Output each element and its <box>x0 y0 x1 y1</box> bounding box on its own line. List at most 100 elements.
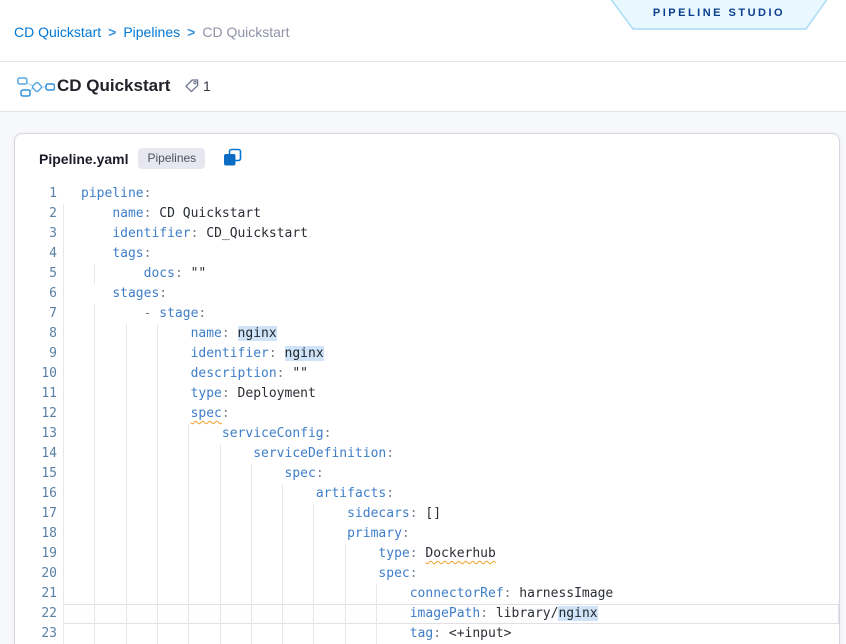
code-line[interactable]: 1pipeline: <box>15 184 839 204</box>
code-line[interactable]: 3 identifier: CD_Quickstart <box>15 224 839 244</box>
indent-guide <box>251 564 252 584</box>
indent-guide <box>157 484 158 504</box>
code-line[interactable]: 8 name: nginx <box>15 324 839 344</box>
indent-guide <box>188 604 189 624</box>
line-number: 8 <box>15 324 57 344</box>
code-text: primary: <box>63 524 839 544</box>
line-number: 4 <box>15 244 57 264</box>
indent-guide <box>63 384 64 404</box>
indent-guide <box>282 524 283 544</box>
token-p: : <box>433 626 441 641</box>
indent-guide <box>126 424 127 444</box>
indent-guide <box>94 364 95 384</box>
code-line-content[interactable]: tag: <+input> <box>63 624 839 644</box>
token-k: tag <box>410 626 433 641</box>
indent-guide <box>63 564 64 584</box>
code-text: docs: "" <box>63 264 839 284</box>
indent-guide <box>63 524 64 544</box>
code-line-content[interactable]: primary: <box>63 524 839 544</box>
breadcrumb-pipelines-link[interactable]: Pipelines <box>123 24 180 40</box>
indent-guide <box>63 424 64 444</box>
code-line[interactable]: 19 type: Dockerhub <box>15 544 839 564</box>
indent-guide <box>94 504 95 524</box>
token-k: name <box>112 206 143 221</box>
indent-guide <box>94 264 95 284</box>
indent-guide <box>63 244 64 264</box>
line-number: 11 <box>15 384 57 404</box>
token-v: Deployment <box>230 386 316 401</box>
indent-guide <box>94 524 95 544</box>
code-line-content[interactable]: serviceConfig: <box>63 424 839 444</box>
code-line-content[interactable]: description: "" <box>63 364 839 384</box>
code-line-content[interactable]: pipeline: <box>63 184 839 204</box>
code-line-content[interactable]: type: Dockerhub <box>63 544 839 564</box>
code-line[interactable]: 7 - stage: <box>15 304 839 324</box>
code-line-content[interactable]: stages: <box>63 284 839 304</box>
code-line[interactable]: 22 imagePath: library/nginx <box>15 604 839 624</box>
breadcrumb-project-link[interactable]: CD Quickstart <box>14 24 101 40</box>
code-line[interactable]: 2 name: CD Quickstart <box>15 204 839 224</box>
code-line-content[interactable]: sidecars: [] <box>63 504 839 524</box>
copy-yaml-button[interactable] <box>223 148 242 172</box>
indent-guide <box>94 624 95 644</box>
indent-guide <box>63 584 64 604</box>
code-line-content[interactable]: name: nginx <box>63 324 839 344</box>
indent-guide <box>188 484 189 504</box>
indent-guide <box>126 544 127 564</box>
token-k: identifier <box>112 226 190 241</box>
code-line[interactable]: 16 artifacts: <box>15 484 839 504</box>
token-k: type <box>191 386 222 401</box>
copy-icon <box>223 148 242 167</box>
code-line[interactable]: 15 spec: <box>15 464 839 484</box>
indent-guide <box>126 564 127 584</box>
code-line-content[interactable]: spec: <box>63 404 839 424</box>
code-line[interactable]: 23 tag: <+input> <box>15 624 839 644</box>
code-line-content[interactable]: spec: <box>63 464 839 484</box>
indent-guide <box>126 604 127 624</box>
code-line-content[interactable]: serviceDefinition: <box>63 444 839 464</box>
indent-guide <box>94 404 95 424</box>
code-line-content[interactable]: identifier: CD_Quickstart <box>63 224 839 244</box>
code-line[interactable]: 10 description: "" <box>15 364 839 384</box>
code-line-content[interactable]: imagePath: library/nginx <box>63 604 839 624</box>
code-line[interactable]: 18 primary: <box>15 524 839 544</box>
indent-guide <box>282 564 283 584</box>
token-k: pipeline <box>81 186 144 201</box>
indent-guide <box>63 284 64 304</box>
code-line[interactable]: 21 connectorRef: harnessImage <box>15 584 839 604</box>
token-p: : <box>222 386 230 401</box>
code-line-content[interactable]: name: CD Quickstart <box>63 204 839 224</box>
code-line-content[interactable]: artifacts: <box>63 484 839 504</box>
pipeline-studio-tab[interactable]: PIPELINE STUDIO <box>610 0 828 30</box>
indent-guide <box>126 584 127 604</box>
entity-type-badge: Pipelines <box>138 148 205 169</box>
code-line-content[interactable]: tags: <box>63 244 839 264</box>
indent-guide <box>220 504 221 524</box>
code-text: type: Deployment <box>63 384 839 404</box>
code-line-content[interactable]: identifier: nginx <box>63 344 839 364</box>
code-line[interactable]: 6 stages: <box>15 284 839 304</box>
indent-guide <box>94 444 95 464</box>
indent-guide <box>188 464 189 484</box>
token-p: : <box>222 326 230 341</box>
code-line-content[interactable]: docs: "" <box>63 264 839 284</box>
token-v <box>277 346 285 361</box>
indent-guide <box>94 564 95 584</box>
code-line[interactable]: 14 serviceDefinition: <box>15 444 839 464</box>
indent-guide <box>157 624 158 644</box>
line-number: 13 <box>15 424 57 444</box>
code-area[interactable]: 1pipeline:2 name: CD Quickstart3 identif… <box>15 184 839 644</box>
code-line[interactable]: 9 identifier: nginx <box>15 344 839 364</box>
code-line[interactable]: 4 tags: <box>15 244 839 264</box>
code-line-content[interactable]: spec: <box>63 564 839 584</box>
code-line-content[interactable]: - stage: <box>63 304 839 324</box>
code-line-content[interactable]: connectorRef: harnessImage <box>63 584 839 604</box>
code-line[interactable]: 12 spec: <box>15 404 839 424</box>
code-line[interactable]: 20 spec: <box>15 564 839 584</box>
code-line[interactable]: 11 type: Deployment <box>15 384 839 404</box>
code-line[interactable]: 17 sidecars: [] <box>15 504 839 524</box>
code-line[interactable]: 13 serviceConfig: <box>15 424 839 444</box>
code-line[interactable]: 5 docs: "" <box>15 264 839 284</box>
token-v: <+input> <box>441 626 511 641</box>
code-line-content[interactable]: type: Deployment <box>63 384 839 404</box>
